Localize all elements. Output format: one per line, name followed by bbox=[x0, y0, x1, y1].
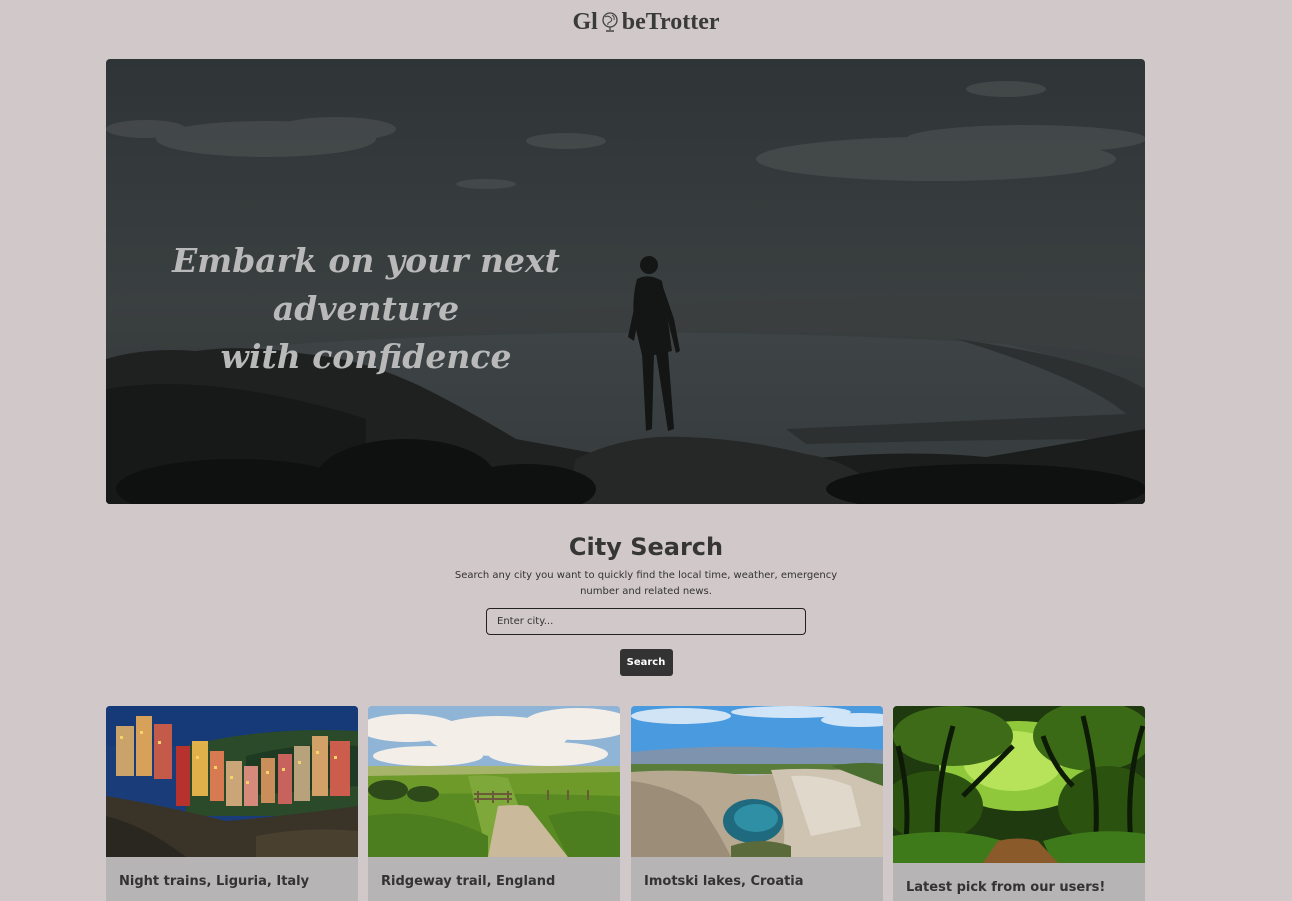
globe-icon bbox=[600, 11, 620, 33]
card-image-ridgeway bbox=[368, 706, 620, 857]
card-title: Ridgeway trail, England bbox=[381, 874, 556, 889]
site-logo[interactable]: Gl beTrotter bbox=[0, 7, 1292, 37]
logo-text-start: Gl bbox=[572, 8, 598, 35]
card-title: Night trains, Liguria, Italy bbox=[119, 874, 310, 889]
city-search-input[interactable] bbox=[486, 608, 806, 635]
hero-headline-line-2: with confidence bbox=[220, 337, 512, 376]
hero-headline-line-1: Embark on your next adventure bbox=[172, 241, 560, 328]
destination-card-liguria[interactable]: Night trains, Liguria, Italy bbox=[106, 706, 358, 901]
card-title: Imotski lakes, Croatia bbox=[644, 874, 804, 889]
search-title: City Search bbox=[568, 533, 724, 561]
hero-banner: Embark on your next adventure with confi… bbox=[106, 59, 1145, 504]
card-title: Latest pick from our users! bbox=[906, 880, 1106, 895]
destination-card-user-pick[interactable]: Latest pick from our users! bbox=[893, 706, 1145, 901]
logo-text-end: beTrotter bbox=[621, 8, 720, 35]
hero-headline: Embark on your next adventure with confi… bbox=[106, 237, 626, 381]
search-button[interactable]: Search bbox=[619, 649, 673, 676]
card-image-liguria bbox=[106, 706, 358, 857]
city-search-section: City Search Search any city you want to … bbox=[0, 530, 1292, 676]
destination-card-imotski[interactable]: Imotski lakes, Croatia bbox=[631, 706, 883, 901]
card-image-user-pick bbox=[893, 706, 1145, 863]
card-image-imotski bbox=[631, 706, 883, 857]
search-description: Search any city you want to quickly find… bbox=[454, 570, 838, 597]
destination-card-ridgeway[interactable]: Ridgeway trail, England bbox=[368, 706, 620, 901]
